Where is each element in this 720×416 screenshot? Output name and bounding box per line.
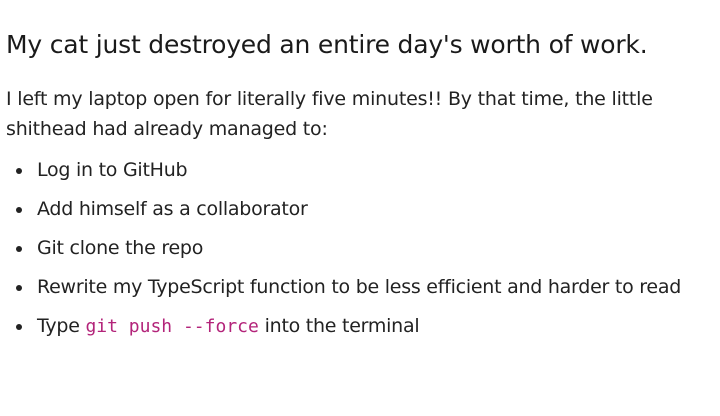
post-title: My cat just destroyed an entire day's wo… bbox=[6, 30, 648, 59]
list-item-text: Git clone the repo bbox=[37, 237, 204, 259]
list-item: Log in to GitHub bbox=[6, 158, 720, 183]
document-page: My cat just destroyed an entire day's wo… bbox=[0, 0, 720, 416]
list-item: Add himself as a collaborator bbox=[6, 197, 720, 222]
intro-line-1: I left my laptop open for literally five… bbox=[6, 88, 653, 110]
list-item-text: Add himself as a collaborator bbox=[37, 198, 308, 220]
list-item-text: Rewrite my TypeScript function to be les… bbox=[37, 276, 682, 298]
bullet-icon bbox=[16, 324, 22, 330]
intro-paragraph: I left my laptop open for literally five… bbox=[6, 84, 706, 144]
bullet-icon bbox=[16, 207, 22, 213]
intro-line-2: shithead had already managed to: bbox=[6, 118, 328, 140]
bullet-icon bbox=[16, 168, 22, 174]
list-item-prefix: Type bbox=[37, 315, 86, 337]
inline-code: git push --force bbox=[85, 316, 259, 337]
list-item-suffix: into the terminal bbox=[258, 315, 420, 337]
bullet-icon bbox=[16, 285, 22, 291]
bullet-icon bbox=[16, 246, 22, 252]
list-item: Type git push --force into the terminal bbox=[6, 314, 720, 339]
bullet-list: Log in to GitHub Add himself as a collab… bbox=[6, 158, 720, 339]
list-item: Rewrite my TypeScript function to be les… bbox=[6, 275, 720, 300]
list-item: Git clone the repo bbox=[6, 236, 720, 261]
list-item-text: Log in to GitHub bbox=[37, 159, 188, 181]
